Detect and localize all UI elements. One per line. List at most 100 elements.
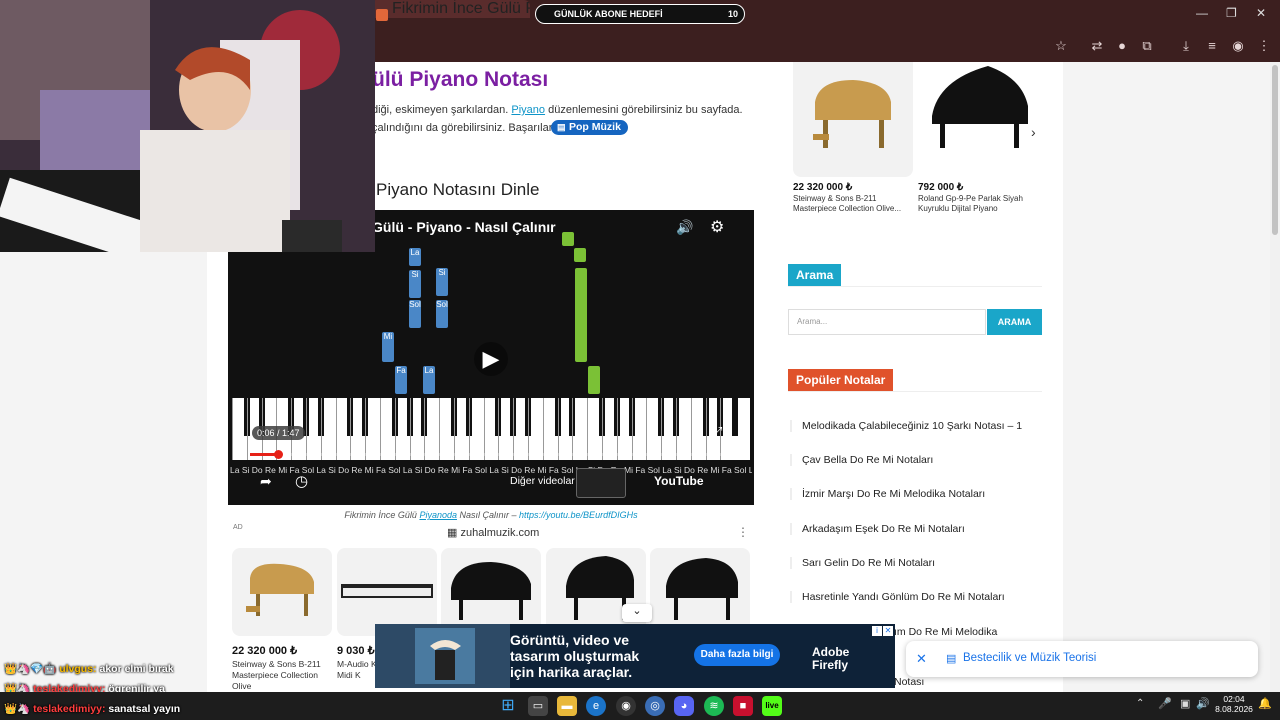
- task-view-icon[interactable]: ▭: [528, 696, 548, 716]
- chat-line: 👑🦄 teslakedimiyy: sanatsal yayın: [4, 703, 181, 715]
- progress-knob[interactable]: [273, 450, 283, 459]
- caption-url[interactable]: https://youtu.be/BEurdfDIGHs: [519, 510, 638, 520]
- white-key: [572, 398, 574, 460]
- system-clock[interactable]: 02:04 8.08.2026: [1214, 694, 1254, 714]
- edge-icon[interactable]: e: [586, 696, 606, 716]
- more-videos-label[interactable]: Diğer videolar: [510, 475, 575, 487]
- tab-active[interactable]: Fikrimin İnce Gülü Piyano Notası: [370, 0, 530, 18]
- collapse-ad-chevron-icon[interactable]: ⌄: [622, 604, 652, 622]
- time-current: 0:06: [257, 428, 275, 438]
- restore-icon[interactable]: ❐: [1226, 6, 1237, 20]
- video-time: 0:06 / 1:47: [252, 426, 305, 440]
- file-explorer-icon[interactable]: ▬: [557, 696, 577, 716]
- carousel-next-icon[interactable]: ›: [1031, 124, 1036, 140]
- share-icon[interactable]: ➦: [260, 473, 272, 490]
- popular-item[interactable]: Çav Bella Do Re Mi Notaları: [790, 454, 1042, 466]
- piano-keyboard: [232, 398, 750, 460]
- ad-product-card[interactable]: [546, 548, 646, 636]
- white-key: [454, 398, 455, 460]
- grand-piano-image[interactable]: [793, 62, 913, 177]
- watch-later-icon[interactable]: ◷: [295, 472, 308, 490]
- white-key: [439, 398, 441, 460]
- play-button[interactable]: ▶: [474, 342, 508, 376]
- popular-item[interactable]: Melodikada Çalabileceğiniz 10 Şarkı Nota…: [790, 420, 1042, 432]
- start-windows-icon[interactable]: ⊞: [498, 696, 518, 716]
- download-icon[interactable]: ⤓: [1177, 37, 1195, 55]
- ad-info-icon[interactable]: i: [872, 626, 882, 636]
- close-icon[interactable]: ✕: [916, 651, 927, 667]
- product-price: 22 320 000 ₺: [232, 645, 298, 657]
- fullscreen-icon[interactable]: ⤢: [712, 424, 722, 440]
- sidebar-products: › 22 320 000 ₺ Steinway & Sons B-211 Mas…: [788, 62, 1042, 228]
- falling-note: La: [409, 248, 421, 266]
- video-thumbnail[interactable]: [576, 468, 626, 498]
- ad-product-card[interactable]: 22 320 000 ₺ Steinway & Sons B-211 Maste…: [232, 548, 332, 692]
- kick-icon[interactable]: live: [762, 696, 782, 716]
- product-name[interactable]: Roland Gp-9-Pe Parlak Siyah Kuyruklu Dij…: [918, 194, 1038, 214]
- network-icon[interactable]: ▣: [1180, 697, 1190, 710]
- youtube-logo[interactable]: YouTube: [654, 474, 704, 488]
- taskbar: [0, 692, 1280, 720]
- grand-piano-image: [650, 548, 750, 636]
- grand-piano-image[interactable]: [918, 62, 1038, 177]
- white-key: [690, 398, 692, 460]
- toast-text[interactable]: Bestecilik ve Müzik Teorisi: [963, 652, 1096, 664]
- notification-toast[interactable]: ✕ ▤ Bestecilik ve Müzik Teorisi: [906, 641, 1258, 677]
- ad-product-card[interactable]: [650, 548, 750, 636]
- falling-note-green: [562, 232, 574, 246]
- pop-muzik-tag[interactable]: Pop Müzik: [551, 120, 628, 135]
- puzzle-icon[interactable]: ⧉: [1138, 37, 1156, 55]
- ad-domain[interactable]: ▦ zuhalmuzik.com: [447, 526, 539, 539]
- volume-tray-icon[interactable]: 🔊: [1196, 697, 1210, 710]
- translate-icon[interactable]: ⇄: [1088, 37, 1106, 55]
- popular-item[interactable]: Notası: [894, 676, 1042, 688]
- falling-note: Sol: [436, 300, 448, 328]
- scrollbar-thumb[interactable]: [1272, 65, 1278, 235]
- midi-keyboard-image: [337, 548, 437, 636]
- goal-value: 10: [727, 9, 738, 19]
- ad-menu-icon[interactable]: ⋮: [737, 525, 749, 539]
- adobe-firefly-logo: Adobe Firefly: [812, 645, 850, 672]
- chrome-icon[interactable]: ◎: [645, 696, 665, 716]
- volume-icon[interactable]: 🔊: [676, 219, 693, 236]
- white-key: [542, 398, 544, 460]
- extension-icon[interactable]: ●: [1113, 37, 1131, 55]
- popular-item[interactable]: Arkadaşım Eşek Do Re Mi Notaları: [790, 523, 1042, 535]
- popular-item[interactable]: Hasretinle Yandı Gönlüm Do Re Mi Notalar…: [790, 591, 1042, 603]
- discord-icon[interactable]: ◕: [674, 696, 694, 716]
- close-icon[interactable]: ✕: [1256, 6, 1266, 20]
- tray-chevron-icon[interactable]: ⌃: [1136, 698, 1144, 709]
- ad-product-card[interactable]: [441, 548, 541, 636]
- popular-item[interactable]: ım Do Re Mi Melodika: [894, 626, 1042, 638]
- search-button[interactable]: ARAMA: [987, 309, 1042, 335]
- page-title: ülü Piyano Notası: [372, 68, 549, 91]
- obs-icon[interactable]: ◉: [616, 696, 636, 716]
- avatar[interactable]: ◉: [1229, 37, 1247, 55]
- video-title[interactable]: Gülü - Piyano - Nasıl Çalınır: [372, 219, 556, 235]
- gear-icon[interactable]: ⚙: [710, 217, 724, 237]
- white-key: [335, 398, 337, 460]
- product-price: 792 000 ₺: [918, 182, 964, 193]
- popular-item[interactable]: İzmir Marşı Do Re Mi Melodika Notaları: [790, 488, 1042, 500]
- minimize-icon[interactable]: —: [1196, 6, 1208, 20]
- piyano-link[interactable]: Piyano: [511, 104, 545, 116]
- intro-line-1: diği, eskimeyen şarkılardan. Piyano düze…: [372, 104, 743, 116]
- falling-note-green: [588, 366, 600, 394]
- product-name[interactable]: Steinway & Sons B-211 Masterpiece Collec…: [793, 194, 913, 214]
- mic-icon[interactable]: 🎤: [1158, 697, 1172, 710]
- progress-track[interactable]: [250, 453, 744, 456]
- spotify-icon[interactable]: ≋: [704, 696, 724, 716]
- intro-line-2: çalındığını da görebilirsiniz. Başarılar…: [372, 122, 555, 134]
- ad-close-icon[interactable]: ✕: [883, 626, 893, 636]
- search-widget-title: Arama: [788, 264, 842, 286]
- notification-icon[interactable]: 🔔: [1258, 697, 1272, 710]
- menu-icon[interactable]: ⋮: [1255, 37, 1273, 55]
- popular-item[interactable]: Sarı Gelin Do Re Mi Notaları: [790, 557, 1042, 569]
- black-key: [732, 398, 739, 436]
- search-input[interactable]: Arama...: [788, 309, 986, 335]
- caption-link[interactable]: Piyanoda: [419, 510, 457, 520]
- bookmark-star-icon[interactable]: ☆: [1052, 37, 1070, 55]
- app-icon[interactable]: ■: [733, 696, 753, 716]
- reading-list-icon[interactable]: ≡: [1203, 37, 1221, 55]
- learn-more-button[interactable]: Daha fazla bilgi: [694, 644, 780, 666]
